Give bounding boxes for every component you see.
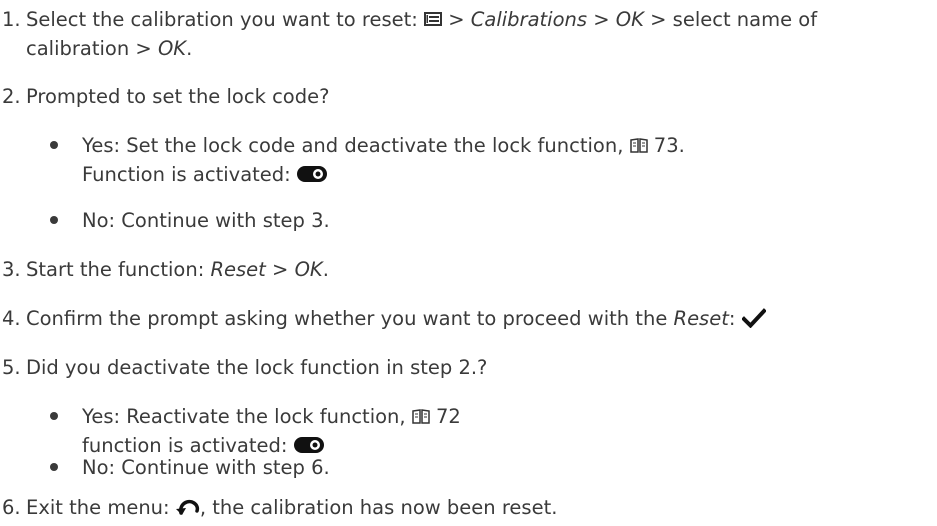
bullet-dot [50,141,58,149]
bullet-text: Function is activated: [82,163,297,186]
step-3: 3. Start the function: Reset > OK. [2,255,932,284]
toggle-on-icon [296,165,327,182]
menu-item-ok: OK [294,258,323,281]
step-1: 1. Select the calibration you want to res… [2,5,932,63]
step-text: : [728,307,742,330]
step-text: > [587,8,616,31]
step-4: 4. Confirm the prompt asking whether you … [2,304,932,333]
step-text: > select name of [643,8,818,31]
bullet-text: No: Continue with step 6. [82,456,330,479]
step-text: > [442,8,471,31]
checkmark-icon [741,307,766,328]
menu-item-calibrations: Calibrations [470,8,588,31]
step-text: , the calibration has now been reset. [199,496,558,519]
step-number: 1. [2,8,21,31]
bullet-dot [50,412,58,420]
step-text: > [265,258,295,281]
step-text: calibration > [26,37,158,60]
toggle-on-icon [293,436,324,453]
book-icon [412,408,430,424]
menu-item-ok: OK [157,37,187,60]
bullet-text: Yes: Reactivate the lock function, [82,405,412,428]
step-5: 5. Did you deactivate the lock function i… [2,353,932,382]
step-5-bullet-yes: Yes: Reactivate the lock function, 72 fu… [50,402,937,460]
bullet-dot [50,216,58,224]
step-text: Select the calibration you want to reset… [26,8,425,31]
page-reference: 73. [647,134,685,157]
step-number: 5. [2,356,21,379]
instruction-page: 1. Select the calibration you want to res… [0,0,937,526]
step-number: 4. [2,307,21,330]
menu-item-reset: Reset [673,307,729,330]
book-icon [629,137,648,153]
step-number: 2. [2,85,21,108]
step-text: Exit the menu: [26,496,176,519]
step-text: Start the function: [26,258,211,281]
step-text: Confirm the prompt asking whether you wa… [26,307,674,330]
menu-item-ok: OK [615,8,644,31]
step-text: . [186,37,193,60]
step-number: 6. [2,496,21,519]
step-text: Did you deactivate the lock function in … [26,356,488,379]
back-arrow-icon [175,499,199,515]
bullet-text: Yes: Set the lock code and deactivate th… [82,134,630,157]
menu-icon [424,12,443,26]
bullet-text: No: Continue with step 3. [82,209,330,232]
step-2-bullet-no: No: Continue with step 3. [50,206,937,235]
step-text: Prompted to set the lock code? [26,85,330,108]
page-reference: 72 [429,405,461,428]
step-2-bullet-yes: Yes: Set the lock code and deactivate th… [50,131,937,189]
step-5-bullet-no: No: Continue with step 6. [50,453,937,482]
step-6: 6. Exit the menu: , the calibration has n… [2,493,932,522]
step-2: 2. Prompted to set the lock code? [2,82,932,111]
step-number: 3. [2,258,21,281]
menu-item-reset: Reset [210,258,266,281]
step-text: . [322,258,329,281]
bullet-dot [50,463,58,471]
